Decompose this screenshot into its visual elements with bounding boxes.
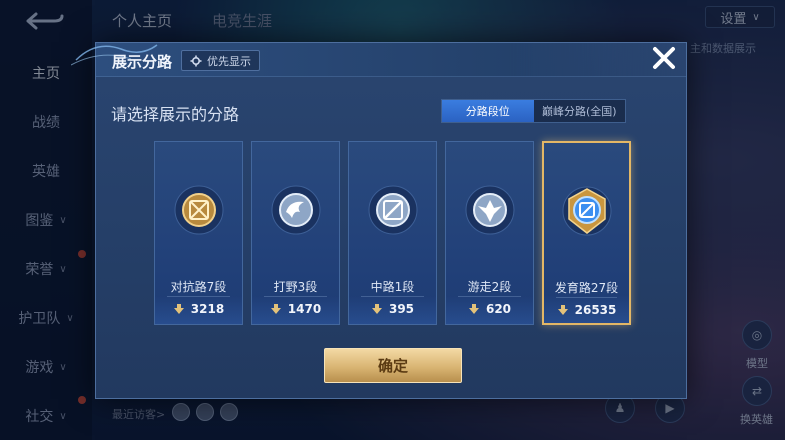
gear-icon <box>190 55 202 66</box>
lane-score-value: 620 <box>485 302 512 316</box>
rank-points-icon <box>371 304 382 314</box>
lane-score: 620 <box>446 302 533 316</box>
lane-score: 1470 <box>252 302 339 316</box>
priority-display-button[interactable]: 优先显示 <box>181 50 260 71</box>
lane-card-clash[interactable]: 对抗路7段 3218 <box>154 141 243 325</box>
divider <box>361 296 424 297</box>
lane-score: 395 <box>349 302 436 316</box>
clash-lane-emblem-icon <box>174 185 223 235</box>
rank-points-icon <box>468 304 479 314</box>
lane-mode-toggle: 分路段位 巅峰分路(全国) <box>441 99 626 123</box>
lane-card-roam[interactable]: 游走2段 620 <box>445 141 534 325</box>
lane-score: 26535 <box>544 303 629 317</box>
dialog-title: 展示分路 <box>112 53 173 71</box>
jungle-emblem-icon <box>271 185 320 235</box>
lane-name: 中路1段 <box>370 280 415 294</box>
lane-cards: 对抗路7段 3218 打野3段 1470 中路1段 395 游走2段 620 发… <box>154 141 631 325</box>
divider <box>264 296 327 297</box>
lane-score: 3218 <box>155 302 242 316</box>
rank-points-icon <box>270 304 281 314</box>
divider <box>167 296 230 297</box>
divider <box>458 296 521 297</box>
lane-card-mid[interactable]: 中路1段 395 <box>348 141 437 325</box>
lane-name: 发育路27段 <box>554 281 619 295</box>
lane-card-farm[interactable]: 发育路27段 26535 <box>542 141 631 325</box>
rank-points-icon <box>557 305 568 315</box>
farm-lane-emblem-icon <box>562 186 611 236</box>
lane-score-value: 395 <box>388 302 415 316</box>
lane-display-dialog: 展示分路 优先显示 请选择展示的分路 分路段位 巅峰分路(全国) 对抗路7段 3… <box>71 42 687 399</box>
dialog-header: 展示分路 优先显示 <box>71 43 686 77</box>
lane-name: 游走2段 <box>467 280 512 294</box>
lane-score-value: 26535 <box>574 303 617 317</box>
dialog-subtitle: 请选择展示的分路 <box>111 105 240 124</box>
lane-score-value: 1470 <box>287 302 322 316</box>
roam-emblem-icon <box>465 185 514 235</box>
tab-peak-lane[interactable]: 巅峰分路(全国) <box>534 100 626 122</box>
rank-points-icon <box>173 304 184 314</box>
tab-lane-rank[interactable]: 分路段位 <box>442 100 534 122</box>
lane-card-jungle[interactable]: 打野3段 1470 <box>251 141 340 325</box>
confirm-button[interactable]: 确定 <box>324 348 462 383</box>
divider <box>556 297 617 298</box>
priority-label: 优先显示 <box>207 54 251 68</box>
close-icon <box>653 47 675 69</box>
close-button[interactable] <box>650 44 678 72</box>
lane-score-value: 3218 <box>190 302 225 316</box>
lane-name: 对抗路7段 <box>170 280 227 294</box>
mid-lane-emblem-icon <box>368 185 417 235</box>
lane-name: 打野3段 <box>273 280 318 294</box>
